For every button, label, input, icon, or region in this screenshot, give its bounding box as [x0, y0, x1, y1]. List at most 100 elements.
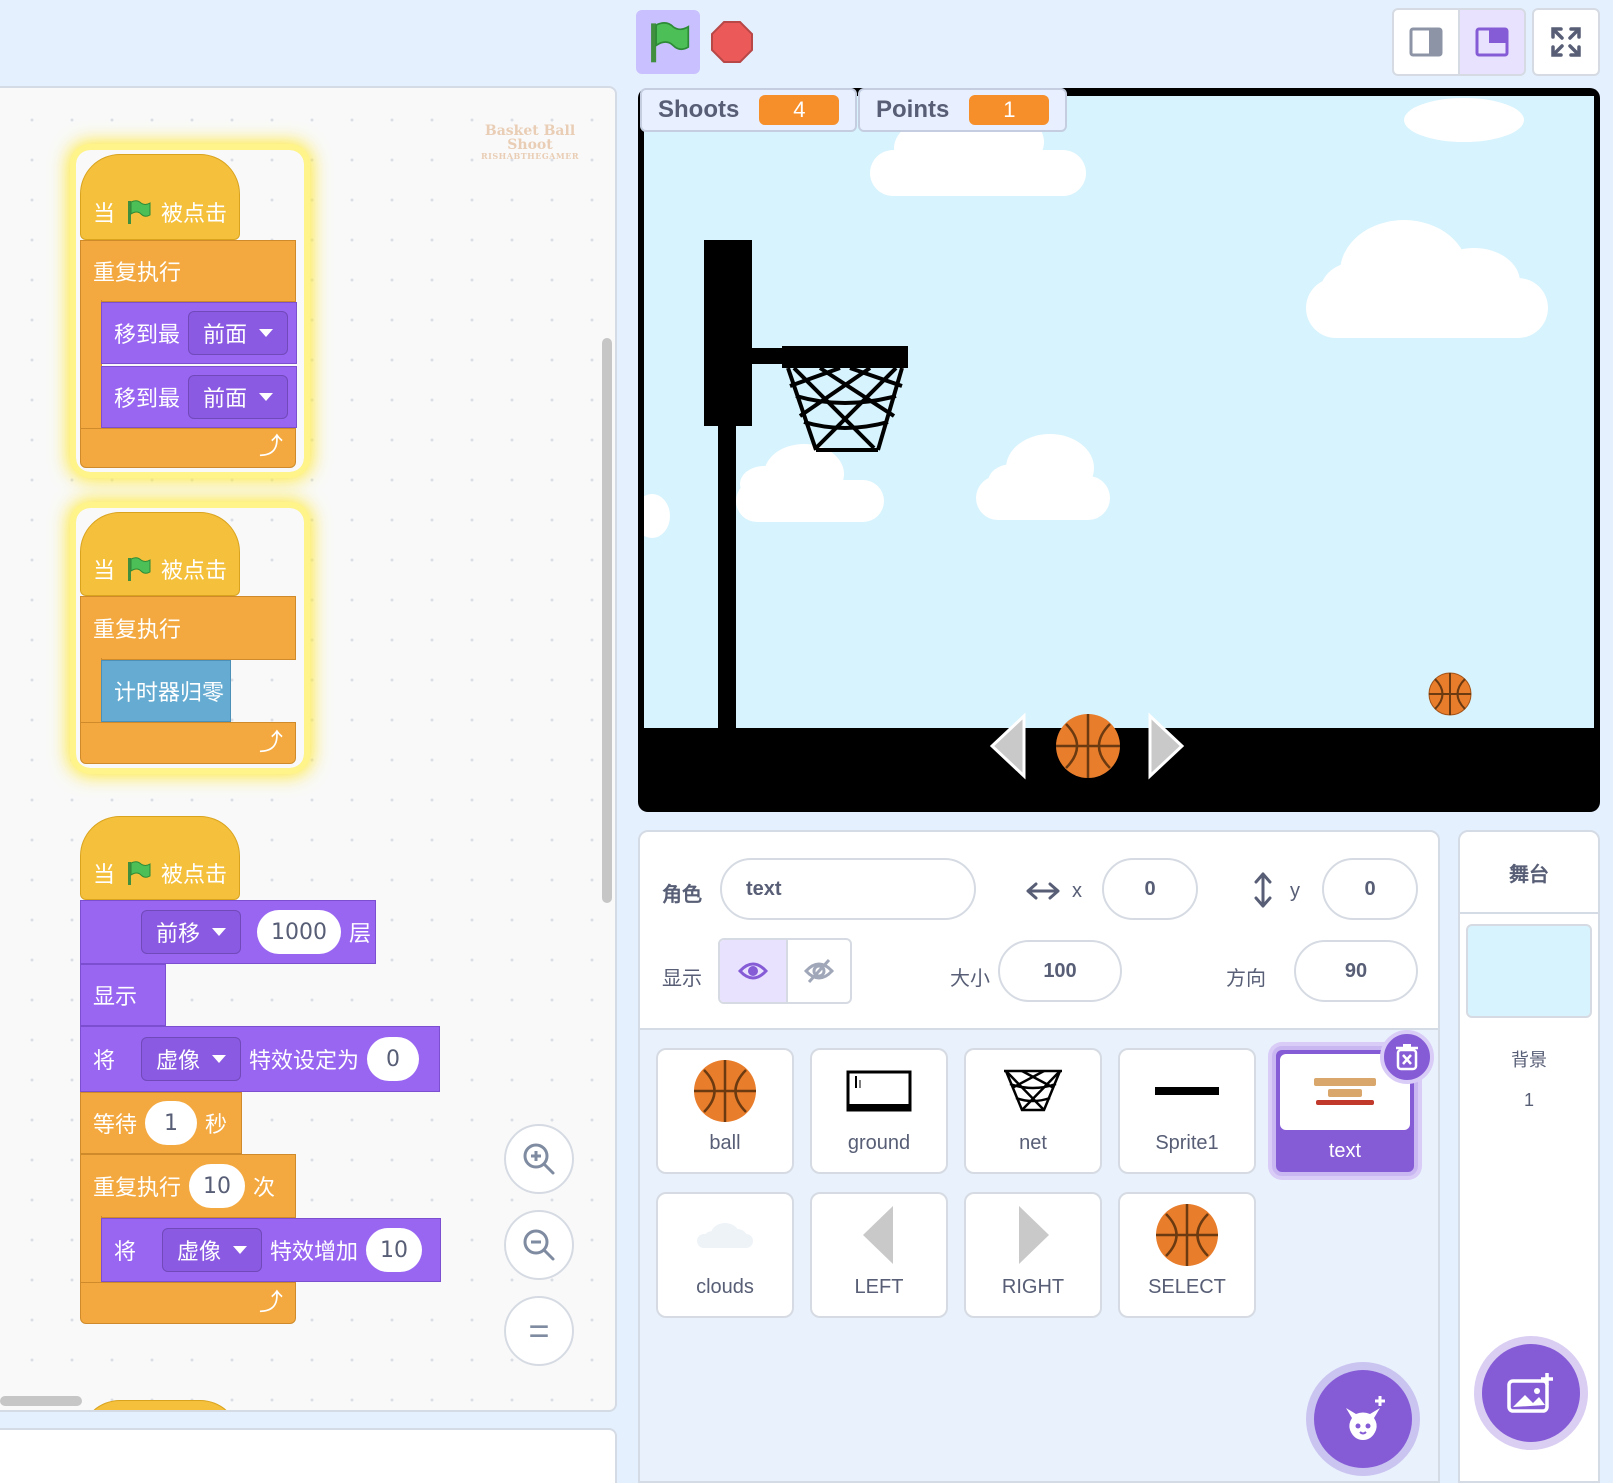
- change-effect-mid: 特效增加: [270, 1240, 359, 1265]
- sprite-tile-left[interactable]: LEFT: [810, 1192, 948, 1318]
- backdrop-add-icon: [1507, 1373, 1553, 1413]
- trash-icon: [1396, 1044, 1418, 1071]
- zoom-in-button[interactable]: [504, 1124, 574, 1194]
- stage-controls: [990, 712, 1185, 780]
- sprite-thumbnail: [658, 1050, 792, 1132]
- sprite-name: RIGHT: [1001, 1276, 1065, 1298]
- set-effect-mid: 特效设定为: [249, 1049, 360, 1074]
- basketball-icon: [1428, 672, 1472, 716]
- fullscreen-icon: [1551, 27, 1581, 57]
- reset-timer-block[interactable]: 计时器归零: [101, 660, 231, 722]
- horizontal-scrollbar[interactable]: [0, 1396, 82, 1406]
- direction-label: 方向: [1226, 968, 1266, 990]
- effect-dropdown[interactable]: 虚像: [141, 1037, 242, 1081]
- goto-front-block[interactable]: 移到最 前面: [101, 302, 297, 364]
- stage-panel-title: 舞台: [1460, 832, 1598, 914]
- choose-sprite-button[interactable]: [1314, 1370, 1412, 1468]
- sprite-tile-sprite1[interactable]: Sprite1: [1118, 1048, 1256, 1174]
- y-arrows-icon: [1254, 872, 1272, 908]
- forever-c-arm: [80, 658, 102, 722]
- forever-block[interactable]: 重复执行: [80, 240, 296, 302]
- y-input[interactable]: 0: [1322, 858, 1418, 920]
- x-input[interactable]: 0: [1102, 858, 1198, 920]
- show-block[interactable]: 显示: [80, 964, 166, 1026]
- sprite-name-label: 角色: [662, 884, 702, 906]
- ground-icon: [846, 1070, 912, 1112]
- direction-input[interactable]: 90: [1294, 940, 1418, 1002]
- sprite-name: text: [1328, 1140, 1362, 1162]
- when-flag-clicked-block[interactable]: 当 被点击: [80, 512, 240, 596]
- go-layers-block[interactable]: 前移 1000 层: [80, 900, 376, 964]
- goto-front-block[interactable]: 移到最 前面: [101, 366, 297, 428]
- code-area[interactable]: Basket Ball Shoot RISHABTHEGAMER 当 被点击 重…: [0, 86, 617, 1412]
- sprite-tile-select[interactable]: SELECT: [1118, 1192, 1256, 1318]
- vertical-scrollbar[interactable]: [602, 338, 612, 903]
- title-text-icon: [1314, 1078, 1376, 1105]
- repeat-c-arm: [80, 1216, 102, 1282]
- zoom-reset-label: =: [528, 1310, 550, 1351]
- sprite-tile-clouds[interactable]: clouds: [656, 1192, 794, 1318]
- loop-arrow-icon: ⤴: [259, 1288, 283, 1316]
- layer-direction-dropdown[interactable]: 前移: [141, 910, 242, 954]
- when-flag-clicked-block[interactable]: 当 被点击: [80, 154, 240, 240]
- set-effect-prefix: 将: [93, 1049, 116, 1074]
- monitor-points: Points 1: [858, 88, 1068, 132]
- stage[interactable]: [638, 88, 1600, 812]
- repeat-block[interactable]: 重复执行 10 次: [80, 1154, 296, 1218]
- sprite-tile-ground[interactable]: ground: [810, 1048, 948, 1174]
- zoom-out-icon: [523, 1229, 555, 1261]
- small-stage-button[interactable]: [1392, 8, 1460, 76]
- wait-block[interactable]: 等待 1 秒: [80, 1092, 242, 1154]
- left-arrow-icon: [990, 712, 1026, 780]
- sprite-thumbnail: [1120, 1050, 1254, 1132]
- when-flag-clicked-block[interactable]: [80, 1400, 240, 1410]
- layer-dropdown[interactable]: 前面: [188, 311, 289, 355]
- fullscreen-button[interactable]: [1532, 8, 1600, 76]
- choose-backdrop-button[interactable]: [1482, 1344, 1580, 1442]
- net-icon: [1004, 1069, 1062, 1112]
- y-label: y: [1290, 880, 1300, 902]
- layers-input[interactable]: 1000: [257, 910, 342, 954]
- monitor-name: Shoots: [658, 96, 740, 123]
- effect-change-input[interactable]: 10: [366, 1228, 423, 1272]
- sprite-tile-text[interactable]: text: [1272, 1030, 1434, 1176]
- wait-seconds-input[interactable]: 1: [145, 1101, 198, 1145]
- sprite-tile-ball[interactable]: ball: [656, 1048, 794, 1174]
- backdrop-label: 背景: [1511, 1050, 1547, 1070]
- large-stage-button[interactable]: [1458, 8, 1526, 76]
- stop-button[interactable]: [710, 20, 754, 64]
- effect-value-input[interactable]: 0: [367, 1037, 420, 1081]
- zoom-reset-button[interactable]: =: [504, 1296, 574, 1366]
- sprite-tile-right[interactable]: RIGHT: [964, 1192, 1102, 1318]
- zoom-out-button[interactable]: [504, 1210, 574, 1280]
- visibility-toggle[interactable]: [718, 938, 852, 1004]
- show-button[interactable]: [720, 940, 788, 1002]
- basketball-icon: [694, 1060, 756, 1122]
- change-effect-block[interactable]: 将 虚像 特效增加 10: [101, 1218, 441, 1282]
- stage-target-panel[interactable]: 舞台 背景 1: [1458, 830, 1600, 1483]
- when-flag-clicked-block[interactable]: 当 被点击: [80, 816, 240, 900]
- layer-dropdown[interactable]: 前面: [188, 375, 289, 419]
- repeat-count-input[interactable]: 10: [189, 1164, 246, 1208]
- sprite-name-input[interactable]: text: [720, 858, 976, 920]
- green-flag-button[interactable]: [636, 10, 700, 74]
- sprite-name: ground: [847, 1132, 911, 1154]
- sprite-tile-net[interactable]: net: [964, 1048, 1102, 1174]
- sprite-name: LEFT: [854, 1276, 904, 1298]
- layers-suffix: 层: [349, 922, 372, 947]
- forever-block[interactable]: 重复执行: [80, 596, 296, 660]
- sprite-thumbnail: [658, 1194, 792, 1276]
- hat-suffix: 被点击: [161, 863, 228, 888]
- forever-bottom[interactable]: ⤴: [80, 428, 296, 468]
- hide-button[interactable]: [788, 940, 850, 1002]
- change-effect-prefix: 将: [114, 1240, 137, 1265]
- left-arrow-icon: [863, 1206, 893, 1264]
- set-effect-block[interactable]: 将 虚像 特效设定为 0: [80, 1026, 440, 1092]
- forever-bottom[interactable]: ⤴: [80, 722, 296, 764]
- effect-dropdown[interactable]: 虚像: [162, 1228, 263, 1272]
- delete-sprite-button[interactable]: [1380, 1030, 1434, 1084]
- size-input[interactable]: 100: [998, 940, 1122, 1002]
- size-label: 大小: [950, 968, 990, 990]
- repeat-bottom[interactable]: ⤴: [80, 1282, 296, 1324]
- stage-thumbnail[interactable]: [1466, 924, 1592, 1018]
